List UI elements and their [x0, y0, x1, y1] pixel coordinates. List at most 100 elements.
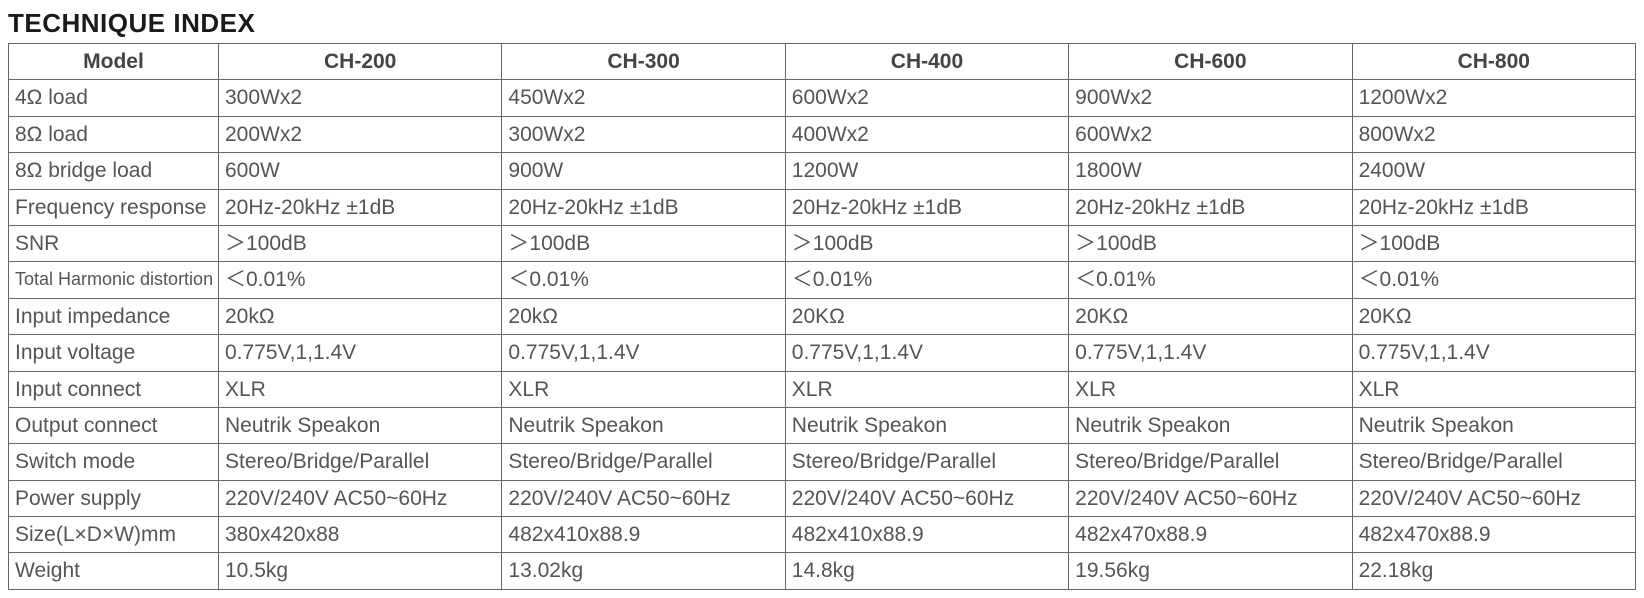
cell-value: Stereo/Bridge/Parallel: [1069, 444, 1352, 480]
cell-value: XLR: [219, 371, 502, 407]
cell-value: ＜0.01%: [1069, 262, 1352, 298]
cell-value: 400Wx2: [785, 116, 1068, 152]
cell-value: 800Wx2: [1352, 116, 1635, 152]
cell-value: Neutrik Speakon: [1069, 407, 1352, 443]
cell-value: 14.8kg: [785, 553, 1068, 589]
cell-value: 900W: [502, 153, 785, 189]
table-row: Frequency response20Hz-20kHz ±1dB20Hz-20…: [9, 189, 1636, 225]
cell-value: 0.775V,1,1.4V: [219, 335, 502, 371]
cell-value: 220V/240V AC50~60Hz: [785, 480, 1068, 516]
cell-value: ＞100dB: [1352, 225, 1635, 261]
col-header-model: Model: [9, 44, 219, 80]
table-header-row: Model CH-200 CH-300 CH-400 CH-600 CH-800: [9, 44, 1636, 80]
row-label: Size(L×D×W)mm: [9, 517, 219, 553]
table-row: Input impedance20kΩ20kΩ20KΩ20KΩ20KΩ: [9, 298, 1636, 334]
cell-value: ＜0.01%: [219, 262, 502, 298]
page-title: TECHNIQUE INDEX: [8, 8, 1636, 39]
cell-value: 0.775V,1,1.4V: [502, 335, 785, 371]
cell-value: 20Hz-20kHz ±1dB: [219, 189, 502, 225]
cell-value: 220V/240V AC50~60Hz: [502, 480, 785, 516]
cell-value: 220V/240V AC50~60Hz: [1352, 480, 1635, 516]
cell-value: 1200Wx2: [1352, 80, 1635, 116]
cell-value: 22.18kg: [1352, 553, 1635, 589]
cell-value: ＞100dB: [502, 225, 785, 261]
cell-value: 0.775V,1,1.4V: [1352, 335, 1635, 371]
cell-value: 482x470x88.9: [1352, 517, 1635, 553]
cell-value: 1200W: [785, 153, 1068, 189]
cell-value: 20KΩ: [785, 298, 1068, 334]
table-row: Power supply220V/240V AC50~60Hz220V/240V…: [9, 480, 1636, 516]
cell-value: ＜0.01%: [1352, 262, 1635, 298]
cell-value: 20Hz-20kHz ±1dB: [785, 189, 1068, 225]
cell-value: ＞100dB: [219, 225, 502, 261]
col-header-ch300: CH-300: [502, 44, 785, 80]
cell-value: 482x410x88.9: [785, 517, 1068, 553]
cell-value: 600W: [219, 153, 502, 189]
cell-value: 10.5kg: [219, 553, 502, 589]
cell-value: ＜0.01%: [785, 262, 1068, 298]
cell-value: 300Wx2: [219, 80, 502, 116]
row-label: Total Harmonic distortion: [9, 262, 219, 298]
row-label: Output connect: [9, 407, 219, 443]
cell-value: 600Wx2: [785, 80, 1068, 116]
col-header-ch400: CH-400: [785, 44, 1068, 80]
cell-value: XLR: [1069, 371, 1352, 407]
cell-value: 13.02kg: [502, 553, 785, 589]
cell-value: 600Wx2: [1069, 116, 1352, 152]
row-label: Power supply: [9, 480, 219, 516]
cell-value: Neutrik Speakon: [502, 407, 785, 443]
table-row: Output connectNeutrik SpeakonNeutrik Spe…: [9, 407, 1636, 443]
col-header-ch800: CH-800: [1352, 44, 1635, 80]
cell-value: 900Wx2: [1069, 80, 1352, 116]
row-label: Switch mode: [9, 444, 219, 480]
cell-value: XLR: [1352, 371, 1635, 407]
cell-value: 220V/240V AC50~60Hz: [219, 480, 502, 516]
table-row: Input connectXLRXLRXLRXLRXLR: [9, 371, 1636, 407]
cell-value: 19.56kg: [1069, 553, 1352, 589]
cell-value: Neutrik Speakon: [219, 407, 502, 443]
cell-value: Neutrik Speakon: [1352, 407, 1635, 443]
table-row: Switch modeStereo/Bridge/ParallelStereo/…: [9, 444, 1636, 480]
table-row: SNR＞100dB＞100dB＞100dB＞100dB＞100dB: [9, 225, 1636, 261]
table-row: Weight10.5kg13.02kg14.8kg19.56kg22.18kg: [9, 553, 1636, 589]
table-row: 8Ω load200Wx2300Wx2400Wx2600Wx2800Wx2: [9, 116, 1636, 152]
cell-value: 20kΩ: [502, 298, 785, 334]
cell-value: ＞100dB: [785, 225, 1068, 261]
row-label: 8Ω bridge load: [9, 153, 219, 189]
cell-value: 20KΩ: [1069, 298, 1352, 334]
cell-value: XLR: [785, 371, 1068, 407]
row-label: Input connect: [9, 371, 219, 407]
cell-value: Neutrik Speakon: [785, 407, 1068, 443]
cell-value: Stereo/Bridge/Parallel: [502, 444, 785, 480]
cell-value: Stereo/Bridge/Parallel: [785, 444, 1068, 480]
cell-value: 20kΩ: [219, 298, 502, 334]
cell-value: 20KΩ: [1352, 298, 1635, 334]
cell-value: Stereo/Bridge/Parallel: [219, 444, 502, 480]
cell-value: 380x420x88: [219, 517, 502, 553]
cell-value: 1800W: [1069, 153, 1352, 189]
cell-value: 0.775V,1,1.4V: [785, 335, 1068, 371]
cell-value: 220V/240V AC50~60Hz: [1069, 480, 1352, 516]
table-row: Input voltage0.775V,1,1.4V0.775V,1,1.4V0…: [9, 335, 1636, 371]
table-row: 8Ω bridge load600W900W1200W1800W2400W: [9, 153, 1636, 189]
cell-value: 0.775V,1,1.4V: [1069, 335, 1352, 371]
cell-value: ＜0.01%: [502, 262, 785, 298]
cell-value: Stereo/Bridge/Parallel: [1352, 444, 1635, 480]
cell-value: 2400W: [1352, 153, 1635, 189]
row-label: 4Ω load: [9, 80, 219, 116]
row-label: Input voltage: [9, 335, 219, 371]
cell-value: 482x470x88.9: [1069, 517, 1352, 553]
cell-value: XLR: [502, 371, 785, 407]
cell-value: 300Wx2: [502, 116, 785, 152]
table-row: Size(L×D×W)mm380x420x88482x410x88.9482x4…: [9, 517, 1636, 553]
cell-value: 20Hz-20kHz ±1dB: [502, 189, 785, 225]
spec-table: Model CH-200 CH-300 CH-400 CH-600 CH-800…: [8, 43, 1636, 590]
table-row: 4Ω load300Wx2450Wx2600Wx2900Wx21200Wx2: [9, 80, 1636, 116]
row-label: 8Ω load: [9, 116, 219, 152]
cell-value: 20Hz-20kHz ±1dB: [1069, 189, 1352, 225]
row-label: SNR: [9, 225, 219, 261]
cell-value: 450Wx2: [502, 80, 785, 116]
table-body: 4Ω load300Wx2450Wx2600Wx2900Wx21200Wx28Ω…: [9, 80, 1636, 589]
row-label: Input impedance: [9, 298, 219, 334]
row-label: Weight: [9, 553, 219, 589]
